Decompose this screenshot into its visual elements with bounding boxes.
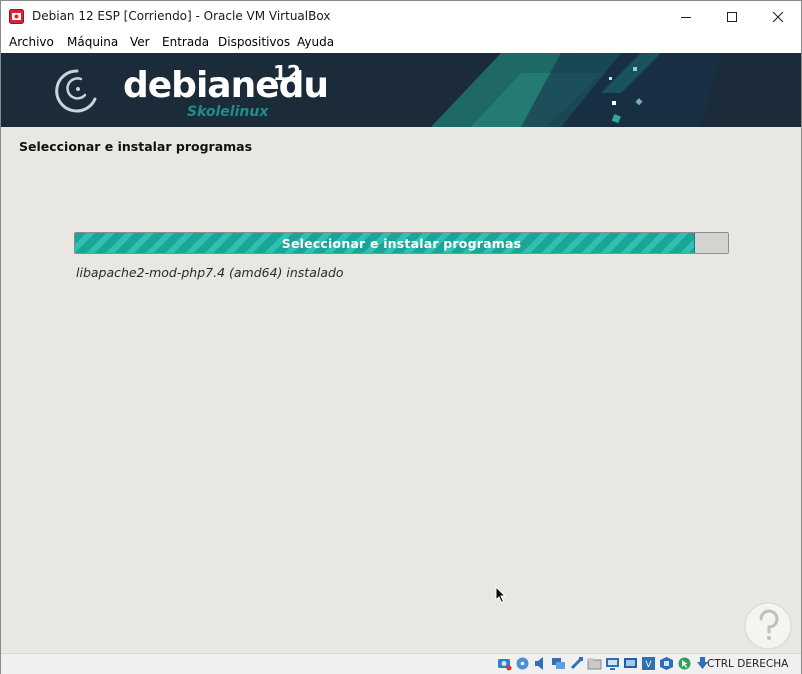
hard-disk-icon[interactable] bbox=[497, 656, 512, 671]
display-icon[interactable] bbox=[605, 656, 620, 671]
maximize-button[interactable] bbox=[709, 1, 755, 32]
mouse-cursor-icon bbox=[495, 586, 507, 604]
menu-bar: Archivo Máquina Ver Entrada Dispositivos… bbox=[1, 32, 801, 53]
progress-detail: libapache2-mod-php7.4 (amd64) instalado bbox=[76, 265, 344, 280]
progress-bar: Seleccionar e instalar programas bbox=[74, 232, 729, 254]
recording-icon[interactable]: V bbox=[641, 656, 656, 671]
maximize-icon bbox=[727, 11, 737, 22]
close-button[interactable] bbox=[755, 1, 801, 32]
window-title: Debian 12 ESP [Corriendo] - Oracle VM Vi… bbox=[32, 9, 331, 23]
network-icon[interactable] bbox=[551, 656, 566, 671]
progress-label: Seleccionar e instalar programas bbox=[281, 235, 522, 251]
close-icon bbox=[772, 11, 784, 22]
banner-version: 12 bbox=[273, 61, 301, 85]
menu-entrada[interactable]: Entrada bbox=[162, 35, 209, 49]
banner-graphic bbox=[431, 53, 721, 127]
virtualbox-window: Debian 12 ESP [Corriendo] - Oracle VM Vi… bbox=[0, 0, 802, 674]
status-icons: V bbox=[497, 656, 710, 671]
minimize-button[interactable] bbox=[663, 1, 709, 32]
menu-ayuda[interactable]: Ayuda bbox=[297, 35, 334, 49]
debian-edu-banner: debianedu 12 Skolelinux bbox=[1, 53, 801, 127]
title-bar: Debian 12 ESP [Corriendo] - Oracle VM Vi… bbox=[1, 1, 801, 32]
installer-content: Seleccionar e instalar programas Selecci… bbox=[1, 127, 801, 653]
svg-text:V: V bbox=[645, 660, 652, 670]
mouse-integration-icon[interactable] bbox=[677, 656, 692, 671]
menu-archivo[interactable]: Archivo bbox=[9, 35, 54, 49]
status-bar: V CTRL DERECHA bbox=[1, 653, 801, 674]
virtualization-icon[interactable] bbox=[659, 656, 674, 671]
step-title: Seleccionar e instalar programas bbox=[19, 139, 253, 154]
menu-dispositivos[interactable]: Dispositivos bbox=[218, 35, 290, 49]
host-key-label: CTRL DERECHA bbox=[707, 658, 789, 670]
watermark-logo bbox=[744, 602, 792, 650]
virtualbox-app-icon bbox=[9, 9, 24, 24]
menu-ver[interactable]: Ver bbox=[130, 35, 150, 49]
debian-swirl-logo bbox=[55, 69, 97, 113]
minimize-icon bbox=[681, 16, 691, 18]
audio-icon[interactable] bbox=[533, 656, 548, 671]
usb-icon[interactable] bbox=[569, 656, 584, 671]
shared-folders-icon[interactable] bbox=[587, 656, 602, 671]
menu-maquina[interactable]: Máquina bbox=[67, 35, 118, 49]
screen-icon[interactable] bbox=[623, 656, 638, 671]
banner-brand-sub: Skolelinux bbox=[187, 104, 269, 120]
optical-drive-icon[interactable] bbox=[515, 656, 530, 671]
